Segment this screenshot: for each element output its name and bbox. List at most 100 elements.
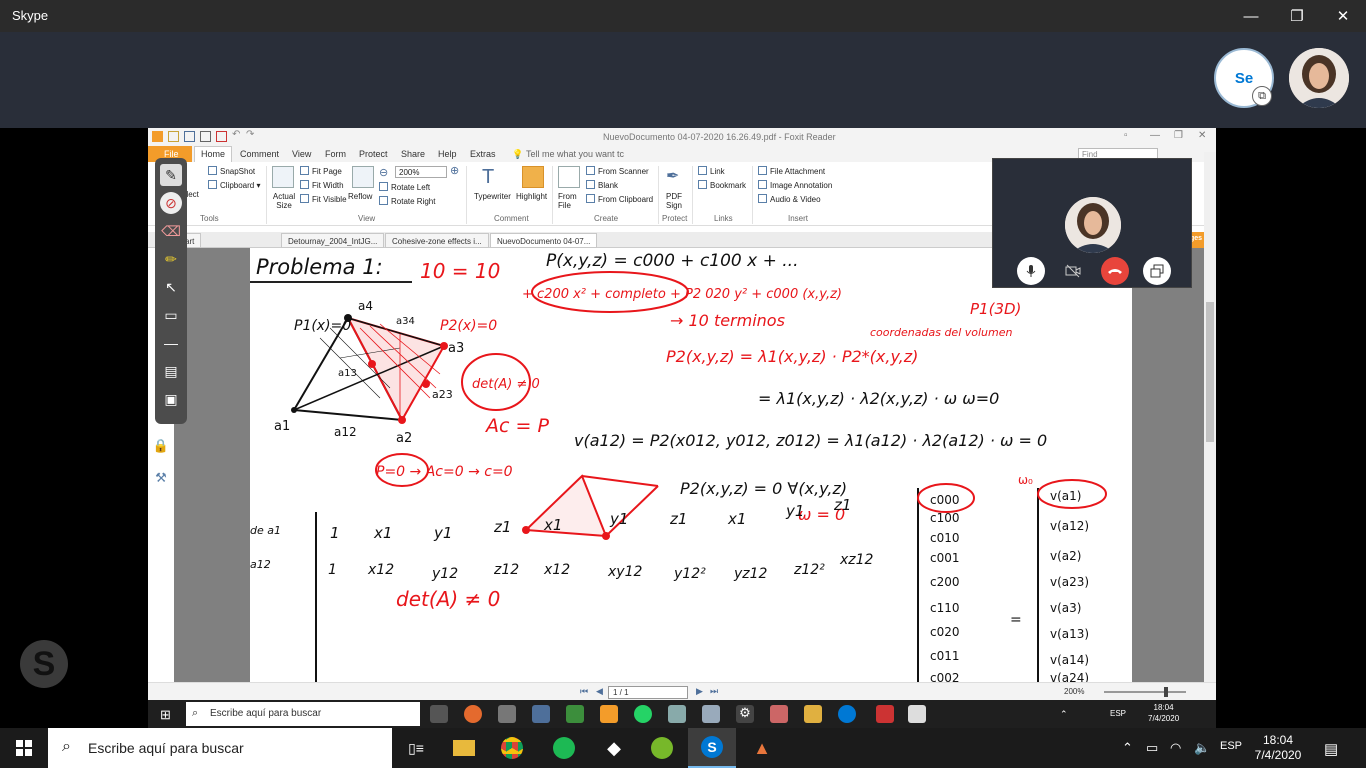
app-icon[interactable] — [702, 705, 720, 723]
from-clipboard-button[interactable]: From Clipboard — [586, 194, 653, 204]
file-explorer-button[interactable] — [440, 728, 488, 768]
language-indicator[interactable]: ESP — [1110, 709, 1126, 718]
language-indicator[interactable]: ESP — [1220, 740, 1242, 752]
pen-icon[interactable]: ✎ — [160, 164, 182, 186]
from-scanner-button[interactable]: From Scanner — [586, 166, 649, 176]
pointer-icon[interactable]: ↖ — [160, 276, 182, 298]
start-button[interactable] — [0, 728, 48, 768]
highlight-button[interactable]: Highlight — [516, 192, 547, 201]
utorrent-button[interactable] — [638, 728, 686, 768]
firefox-icon[interactable] — [464, 705, 482, 723]
typewriter-button[interactable]: Typewriter — [474, 192, 511, 201]
fit-visible-button[interactable]: Fit Visible — [300, 194, 347, 204]
self-avatar[interactable] — [1289, 48, 1349, 108]
zoom-slider-thumb[interactable] — [1164, 687, 1168, 697]
lock-icon[interactable]: 🔒 — [153, 438, 169, 454]
spotify-button[interactable] — [540, 728, 588, 768]
page-number-input[interactable]: 1 / 1 — [608, 686, 688, 699]
doc-tab-detournay[interactable]: Detournay_2004_IntJG... — [281, 233, 385, 248]
pdf-sign-button[interactable]: PDF Sign — [664, 192, 684, 210]
foxit-app-icon[interactable] — [600, 705, 618, 723]
app-icon[interactable] — [876, 705, 894, 723]
screenshot-icon[interactable]: ▣ — [160, 388, 182, 410]
doc-tab-nuevodocumento[interactable]: NuevoDocumento 04-07... — [490, 233, 598, 248]
video-off-button[interactable] — [1059, 257, 1087, 285]
matlab-icon[interactable] — [770, 705, 788, 723]
image-annotation-button[interactable]: Image Annotation — [758, 180, 832, 190]
tab-protect[interactable]: Protect — [359, 149, 388, 159]
zoom-slider[interactable] — [1104, 691, 1186, 693]
vertical-scrollbar[interactable] — [1204, 152, 1216, 682]
minimize-button[interactable]: — — [1228, 0, 1274, 32]
ribbon-toggle-icon[interactable]: ▫ — [1124, 130, 1128, 141]
fx-minimize-icon[interactable]: — — [1150, 130, 1160, 141]
hangup-button[interactable] — [1101, 257, 1129, 285]
chrome-button[interactable] — [488, 728, 536, 768]
save-app-icon[interactable] — [532, 705, 550, 723]
no-draw-icon[interactable]: ⊘ — [160, 192, 182, 214]
clock[interactable]: 18:04 7/4/2020 — [1250, 733, 1306, 763]
whatsapp-icon[interactable] — [634, 705, 652, 723]
tray-chevron-icon[interactable]: ⌃ — [1122, 740, 1133, 756]
app-icon[interactable] — [668, 705, 686, 723]
folder-icon[interactable] — [804, 705, 822, 723]
task-view-button[interactable]: ▯≡ — [392, 728, 440, 768]
zoom-select[interactable]: 200% — [395, 166, 447, 178]
blank-button[interactable]: Blank — [586, 180, 618, 190]
clipboard-button[interactable]: Clipboard ▾ — [208, 180, 261, 190]
doc-tab-cohesive[interactable]: Cohesive-zone effects i... — [385, 233, 489, 248]
fit-width-button[interactable]: Fit Width — [300, 180, 344, 190]
reflow-button[interactable]: Reflow — [348, 192, 372, 201]
switch-view-button[interactable] — [1143, 257, 1171, 285]
tab-home[interactable]: Home — [194, 146, 233, 162]
line-icon[interactable]: — — [160, 332, 182, 354]
tab-comment[interactable]: Comment — [240, 149, 279, 159]
zoom-out-icon[interactable]: ⊖ — [379, 166, 388, 179]
settings-gear-icon[interactable]: ⚙ — [736, 705, 754, 723]
prev-page-icon[interactable]: ◀ — [596, 686, 603, 697]
taskbar-search[interactable]: ⌕ Escribe aquí para buscar — [48, 728, 392, 768]
skype-app-icon[interactable] — [838, 705, 856, 723]
fx-restore-icon[interactable]: ❐ — [1174, 130, 1183, 141]
actual-size-button[interactable]: Actual Size — [270, 192, 298, 210]
highlighter-icon[interactable]: ✏ — [160, 248, 182, 270]
excel-icon[interactable] — [566, 705, 584, 723]
mic-button[interactable] — [1017, 257, 1045, 285]
tab-view[interactable]: View — [292, 149, 311, 159]
notes-icon[interactable] — [908, 705, 926, 723]
fx-close-icon[interactable]: ✕ — [1198, 130, 1206, 141]
tell-me-input[interactable]: Tell me what you want tc — [526, 149, 624, 159]
last-page-icon[interactable]: ⏭ — [710, 686, 718, 697]
undo-icon[interactable]: ↶ — [232, 129, 243, 140]
file-attachment-button[interactable]: File Attachment — [758, 166, 825, 176]
fit-page-button[interactable]: Fit Page — [300, 166, 342, 176]
redo-icon[interactable]: ↷ — [246, 129, 257, 140]
skype-taskbar-button[interactable]: S — [688, 728, 736, 768]
maximize-button[interactable]: ❐ — [1274, 0, 1320, 32]
windows-start-icon[interactable]: ⊞ — [160, 707, 171, 723]
volume-icon[interactable]: 🔈 — [1194, 740, 1210, 756]
task-view-icon[interactable] — [430, 705, 448, 723]
audio-video-button[interactable]: Audio & Video — [758, 194, 821, 204]
print-icon[interactable] — [200, 131, 211, 142]
new-icon[interactable] — [216, 131, 227, 142]
calculator-icon[interactable] — [498, 705, 516, 723]
eraser-icon[interactable]: ⌫ — [160, 220, 182, 242]
link-button[interactable]: Link — [698, 166, 725, 176]
rotate-right-button[interactable]: Rotate Right — [379, 196, 435, 206]
tab-form[interactable]: Form — [325, 149, 346, 159]
close-button[interactable]: ✕ — [1320, 0, 1366, 32]
tab-share[interactable]: Share — [401, 149, 425, 159]
tab-help[interactable]: Help — [438, 149, 457, 159]
next-page-icon[interactable]: ▶ — [696, 686, 703, 697]
snapshot-button[interactable]: SnapShot — [208, 166, 255, 176]
tray-chevron-icon[interactable]: ⌃ — [1060, 709, 1068, 720]
whiteboard-icon[interactable]: ▤ — [160, 360, 182, 382]
from-file-button[interactable]: From File — [558, 192, 580, 210]
zoom-level[interactable]: 200% — [1064, 687, 1084, 696]
battery-icon[interactable]: ▭ — [1146, 740, 1158, 756]
notifications-icon[interactable]: ▤ — [1324, 740, 1338, 758]
bookmark-button[interactable]: Bookmark — [698, 180, 746, 190]
inkscape-button[interactable]: ◆ — [590, 728, 638, 768]
remote-search-box[interactable]: Escribe aquí para buscar — [186, 702, 420, 726]
